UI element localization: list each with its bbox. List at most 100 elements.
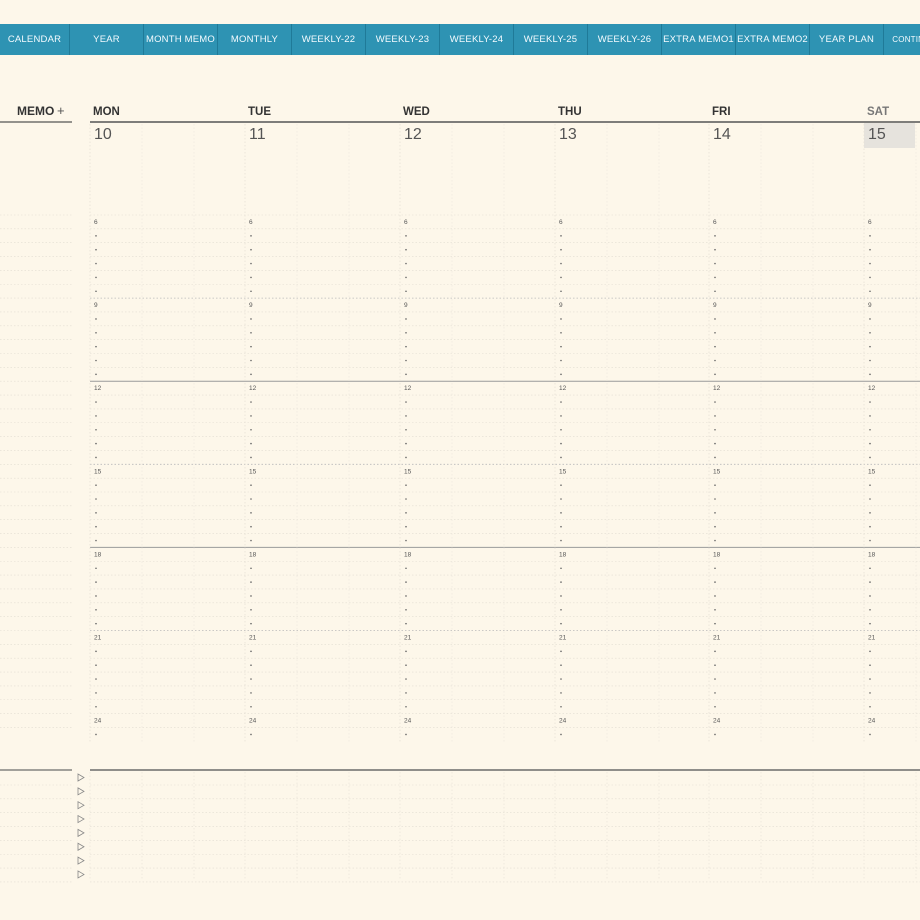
hour-dot	[405, 705, 407, 708]
hour-label: 21	[404, 635, 412, 642]
day-date[interactable]: 12	[404, 126, 422, 143]
hour-dot	[95, 318, 97, 320]
hour-dot	[95, 664, 97, 666]
hour-label: 6	[94, 219, 98, 226]
hour-dot	[714, 595, 716, 597]
hour-label: 21	[559, 635, 567, 642]
day-date[interactable]: 10	[94, 126, 112, 143]
hour-dot	[869, 678, 871, 680]
hour-dot	[250, 733, 252, 736]
hour-dot	[95, 248, 97, 251]
hour-dot	[560, 415, 562, 417]
hour-label: 12	[404, 385, 412, 392]
hour-dot	[405, 248, 407, 251]
hour-dot	[250, 595, 252, 597]
hour-dot	[405, 650, 407, 653]
hour-dot	[250, 525, 252, 528]
hour-dot	[869, 609, 871, 611]
hour-dot	[250, 581, 252, 583]
hour-dot	[250, 664, 252, 666]
hour-dot	[405, 595, 407, 597]
hour-dot	[405, 235, 407, 237]
triangle-right-icon[interactable]	[77, 773, 85, 782]
hour-label: 24	[404, 718, 412, 725]
hour-dot	[869, 567, 871, 570]
day-date[interactable]: 13	[559, 126, 577, 143]
triangle-right-icon[interactable]	[77, 787, 85, 796]
hour-label: 18	[868, 551, 876, 558]
day-date[interactable]: 11	[249, 126, 266, 143]
hour-dot	[250, 650, 252, 653]
memo-add-button[interactable]: +	[57, 103, 65, 118]
hour-dot	[869, 248, 871, 251]
hour-dot	[95, 692, 97, 694]
hour-dot	[869, 345, 871, 348]
hour-dot	[95, 678, 97, 680]
triangle-right-icon[interactable]	[77, 842, 85, 851]
hour-dot	[714, 664, 716, 666]
hour-label: 9	[249, 302, 253, 309]
hour-dot	[869, 664, 871, 666]
hour-dot	[714, 401, 716, 403]
hour-dot	[869, 595, 871, 597]
triangle-right-icon[interactable]	[77, 814, 85, 824]
hour-dot	[95, 401, 97, 403]
hour-dot	[405, 733, 407, 736]
hour-dot	[560, 442, 562, 445]
hour-dot	[869, 276, 871, 279]
hour-dot	[869, 733, 871, 736]
hour-dot	[250, 373, 252, 376]
hour-label: 24	[559, 718, 567, 725]
hour-dot	[405, 318, 407, 320]
hour-dot	[405, 332, 407, 334]
hour-dot	[95, 498, 97, 500]
hour-dot	[560, 595, 562, 597]
hour-dot	[250, 456, 252, 459]
hour-dot	[405, 498, 407, 500]
hour-dot	[250, 332, 252, 334]
hour-dot	[405, 581, 407, 583]
hour-dot	[869, 525, 871, 528]
hour-dot	[250, 428, 252, 431]
hour-dot	[560, 622, 562, 625]
hour-dot	[714, 262, 716, 265]
day-date[interactable]: 15	[868, 126, 886, 143]
hour-dot	[714, 484, 716, 486]
hour-dot	[560, 262, 562, 265]
hour-label: 18	[404, 551, 412, 558]
hour-dot	[405, 512, 407, 514]
hour-dot	[714, 733, 716, 736]
hour-dot	[405, 664, 407, 666]
hour-dot	[405, 276, 407, 279]
hour-dot	[95, 373, 97, 376]
hour-dot	[714, 705, 716, 708]
hour-dot	[95, 622, 97, 625]
hour-dot	[95, 484, 97, 486]
hour-dot	[250, 290, 252, 293]
triangle-right-icon[interactable]	[77, 856, 85, 865]
hour-label: 24	[868, 718, 876, 725]
hour-dot	[869, 359, 871, 362]
hour-dot	[714, 276, 716, 279]
hour-dot	[560, 428, 562, 431]
hour-dot	[560, 276, 562, 279]
hour-dot	[714, 650, 716, 653]
triangle-right-icon[interactable]	[77, 870, 85, 879]
hour-label: 6	[249, 219, 253, 226]
triangle-right-icon[interactable]	[77, 801, 85, 810]
hour-dot	[405, 345, 407, 348]
hour-label: 12	[94, 385, 102, 392]
triangle-right-icon[interactable]	[77, 828, 85, 838]
hour-label: 18	[249, 551, 257, 558]
hour-label: 12	[559, 385, 567, 392]
day-date[interactable]: 14	[713, 126, 731, 143]
hour-dot	[250, 622, 252, 625]
hour-label: 18	[94, 551, 102, 558]
hour-dot	[560, 650, 562, 653]
hour-dot	[95, 650, 97, 653]
hour-label: 21	[713, 635, 721, 642]
hour-dot	[560, 567, 562, 570]
hour-dot	[250, 442, 252, 445]
hour-dot	[95, 595, 97, 597]
hour-dot	[560, 498, 562, 500]
